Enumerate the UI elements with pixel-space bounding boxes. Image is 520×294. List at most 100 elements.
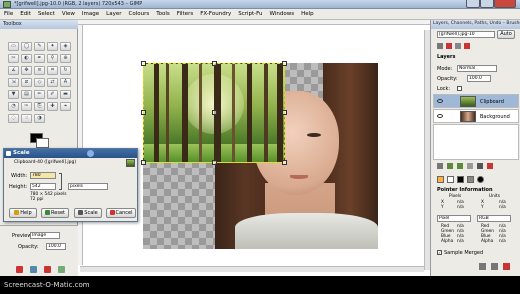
menu-view[interactable]: View: [62, 11, 75, 17]
scale-handle-mr[interactable]: [282, 110, 287, 115]
raise-layer-icon[interactable]: [447, 163, 453, 169]
tool-fuzzy-select-icon[interactable]: ✦: [47, 42, 58, 51]
tool-foreground-select-icon[interactable]: ◐: [21, 54, 32, 63]
tool-flip-icon[interactable]: ⇄: [47, 78, 58, 87]
menu-edit[interactable]: Edit: [20, 11, 31, 17]
delete-layer-icon[interactable]: [487, 163, 493, 169]
lower-layer-icon[interactable]: [457, 163, 463, 169]
scale-button[interactable]: Scale: [74, 208, 102, 218]
dock-tab-channels-icon[interactable]: [446, 43, 452, 49]
menu-windows[interactable]: Windows: [270, 11, 295, 17]
scale-handle-tl[interactable]: [141, 61, 146, 66]
tool-paintbrush-icon[interactable]: ✐: [47, 90, 58, 99]
dock-bottom-icon-2[interactable]: [491, 263, 498, 270]
tool-move-icon[interactable]: ✥: [21, 66, 32, 75]
scale-handle-ml[interactable]: [141, 110, 146, 115]
tool-paths-icon[interactable]: ✒: [34, 54, 45, 63]
menu-filters[interactable]: Filters: [177, 11, 194, 17]
tool-ellipse-select-icon[interactable]: ◯: [21, 42, 32, 51]
tool-perspective-icon[interactable]: ◇: [34, 78, 45, 87]
mode-select[interactable]: Normal: [457, 65, 497, 72]
tool-text-icon[interactable]: A: [60, 78, 71, 87]
tool-dodge-burn-icon[interactable]: ◑: [34, 114, 45, 123]
cancel-button[interactable]: Cancel: [106, 208, 136, 218]
tool-rect-select-icon[interactable]: ▭: [8, 42, 19, 51]
help-button[interactable]: Help: [9, 208, 37, 218]
tool-ink-icon[interactable]: ✑: [21, 102, 32, 111]
layer-row-clipboard[interactable]: Clipboard: [433, 94, 519, 108]
dock-tab-undo-icon[interactable]: [464, 43, 470, 49]
close-button[interactable]: [494, 0, 516, 8]
save-options-icon[interactable]: [30, 266, 37, 273]
pointer-tab-icon-4[interactable]: [467, 176, 474, 183]
tool-convolve-icon[interactable]: ◌: [8, 114, 19, 123]
height-field[interactable]: 542: [30, 183, 56, 190]
layer-visibility-eye-icon[interactable]: [437, 99, 443, 103]
tool-clone-icon[interactable]: ⎘: [34, 102, 45, 111]
menu-image[interactable]: Image: [82, 11, 99, 17]
tool-pencil-icon[interactable]: ✏: [34, 90, 45, 99]
scale-handle-bl[interactable]: [141, 160, 146, 165]
pointer-tab-icon-2[interactable]: [447, 176, 454, 183]
new-layer-icon[interactable]: [437, 163, 443, 169]
unit-select[interactable]: pixels: [68, 183, 108, 190]
scale-handle-tr[interactable]: [282, 61, 287, 66]
tool-crop-icon[interactable]: ⌗: [47, 66, 58, 75]
preview-select[interactable]: Image: [30, 232, 60, 239]
tool-smudge-icon[interactable]: ☝: [21, 114, 32, 123]
reset-options-icon[interactable]: [16, 266, 23, 273]
opacity-field[interactable]: 100.0: [46, 243, 66, 250]
tool-scissors-icon[interactable]: ✂: [8, 54, 19, 63]
menu-fx-foundry[interactable]: FX-Foundry: [200, 11, 231, 17]
lock-alpha-checkbox[interactable]: [457, 86, 462, 91]
width-field[interactable]: 780: [30, 172, 56, 179]
chain-link-icon[interactable]: [59, 173, 62, 190]
image-select[interactable]: [grifwell].jpg-10: [437, 31, 495, 38]
dock-tab-paths-icon[interactable]: [455, 43, 461, 49]
scale-handle-center[interactable]: [212, 110, 217, 115]
scale-handle-bm[interactable]: [212, 160, 217, 165]
delete-options-icon[interactable]: [44, 266, 51, 273]
layer-opacity-field[interactable]: 100.0: [467, 75, 491, 82]
menu-script-fu[interactable]: Script-Fu: [238, 11, 262, 17]
tool-shear-icon[interactable]: ⧄: [21, 78, 32, 87]
tool-zoom-icon[interactable]: ⊕: [60, 54, 71, 63]
pixel-mode-select[interactable]: Pixel: [437, 215, 471, 222]
tool-free-select-icon[interactable]: ✎: [34, 42, 45, 51]
menu-colours[interactable]: Colours: [128, 11, 149, 17]
menu-tools[interactable]: Tools: [156, 11, 170, 17]
horizontal-scrollbar[interactable]: [80, 266, 424, 272]
tool-align-icon[interactable]: ≡: [34, 66, 45, 75]
tool-perspective-clone-icon[interactable]: ⌖: [60, 102, 71, 111]
maximize-button[interactable]: [480, 0, 494, 8]
scale-dialog-grip[interactable]: [87, 150, 94, 157]
dock-tab-layers-icon[interactable]: [437, 43, 443, 49]
menu-select[interactable]: Select: [38, 11, 55, 17]
pointer-tab-icon-1[interactable]: [437, 176, 444, 183]
duplicate-layer-icon[interactable]: [467, 163, 473, 169]
tool-blend-icon[interactable]: ▤: [21, 90, 32, 99]
menu-file[interactable]: File: [4, 11, 13, 17]
minimize-button[interactable]: [466, 0, 480, 8]
auto-button[interactable]: Auto: [497, 30, 515, 39]
anchor-layer-icon[interactable]: [477, 163, 483, 169]
tool-airbrush-icon[interactable]: ◔: [8, 102, 19, 111]
menu-help[interactable]: Help: [301, 11, 314, 17]
tool-color-picker-icon[interactable]: ⚲: [47, 54, 58, 63]
tool-measure-icon[interactable]: ∡: [8, 66, 19, 75]
dock-bottom-icon-3[interactable]: [503, 263, 510, 270]
dock-bottom-icon-1[interactable]: [479, 263, 486, 270]
sample-merged-checkbox[interactable]: ✓: [437, 250, 442, 255]
pointer-tab-icon-5[interactable]: [477, 176, 484, 183]
tool-bucket-fill-icon[interactable]: ▼: [8, 90, 19, 99]
tool-color-select-icon[interactable]: ◈: [60, 42, 71, 51]
restore-options-icon[interactable]: [58, 266, 65, 273]
tool-eraser-icon[interactable]: ▬: [60, 90, 71, 99]
scale-handle-br[interactable]: [282, 160, 287, 165]
layer-visibility-eye-icon[interactable]: [437, 114, 443, 118]
reset-button[interactable]: Reset: [41, 208, 69, 218]
tool-scale-icon[interactable]: ⇲: [8, 78, 19, 87]
background-color-swatch[interactable]: [36, 138, 49, 148]
rgb-mode-select[interactable]: RGB: [477, 215, 511, 222]
tool-heal-icon[interactable]: ✚: [47, 102, 58, 111]
